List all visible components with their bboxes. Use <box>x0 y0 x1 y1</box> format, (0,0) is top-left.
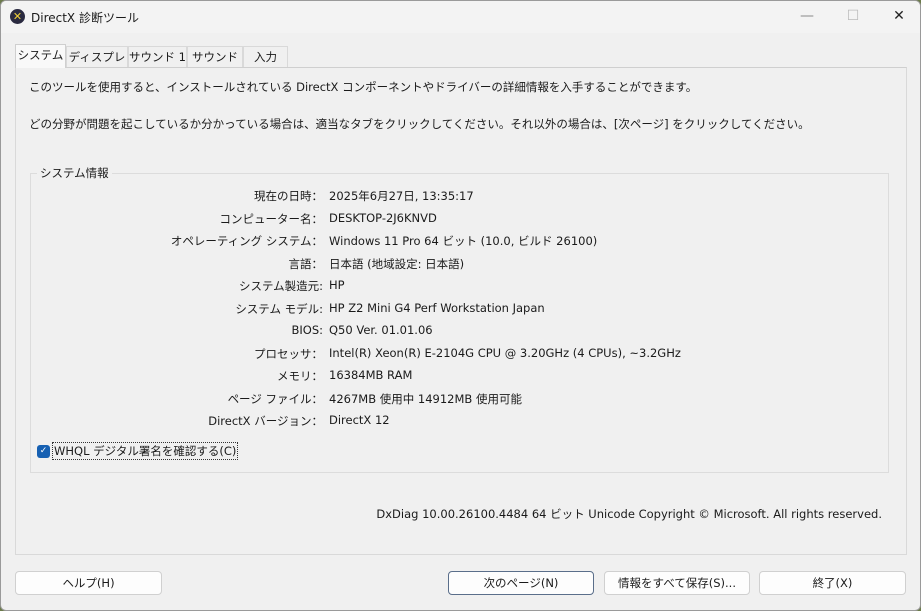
info-row: 言語： 日本語 (地域設定: 日本語) <box>31 256 888 274</box>
save-all-info-button[interactable]: 情報をすべて保存(S)... <box>604 571 750 595</box>
info-label: オペレーティング システム： <box>170 234 323 248</box>
info-row: システム製造元: HP <box>31 278 888 296</box>
info-value: Intel(R) Xeon(R) E-2104G CPU @ 3.20GHz (… <box>329 345 681 360</box>
info-label: システム モデル: <box>235 301 323 316</box>
tab-sound-2[interactable]: サウンド 2 <box>187 46 243 85</box>
whql-checkbox[interactable]: ✓ WHQL デジタル署名を確認する(C) <box>37 442 239 460</box>
next-page-button[interactable]: 次のページ(N) <box>448 571 594 595</box>
info-value: DirectX 12 <box>329 413 390 427</box>
tab-system[interactable]: システム <box>15 44 66 68</box>
intro-text-2: どの分野が問題を起こしているか分かっている場合は、適当なタブをクリックしてくださ… <box>29 117 810 131</box>
exit-button[interactable]: 終了(X) <box>759 571 906 595</box>
info-label: プロセッサ： <box>254 346 323 361</box>
whql-label: WHQL デジタル署名を確認する(C) <box>52 442 239 460</box>
close-button[interactable]: ✕ <box>876 1 920 33</box>
dxdiag-window: ✕ DirectX 診断ツール — ☐ ✕ システム ディスプレイ サウンド 1… <box>0 0 921 611</box>
info-label: 現在の日時： <box>254 189 323 203</box>
info-label: DirectX バージョン： <box>208 414 323 428</box>
tab-input[interactable]: 入力 <box>243 46 288 68</box>
info-label: BIOS: <box>291 323 323 337</box>
directx-icon: ✕ <box>10 9 25 24</box>
window-title: DirectX 診断ツール <box>31 11 139 25</box>
info-value: 16384MB RAM <box>329 368 413 382</box>
maximize-button[interactable]: ☐ <box>830 1 876 33</box>
copyright-text: DxDiag 10.00.26100.4484 64 ビット Unicode C… <box>376 507 882 521</box>
info-value: Q50 Ver. 01.01.06 <box>329 323 433 337</box>
info-value: Windows 11 Pro 64 ビット (10.0, ビルド 26100) <box>329 234 598 248</box>
info-row: DirectX バージョン： DirectX 12 <box>31 413 888 431</box>
info-value: 日本語 (地域設定: 日本語) <box>329 256 465 271</box>
tab-display[interactable]: ディスプレイ <box>66 46 128 85</box>
info-value: DESKTOP-2J6KNVD <box>329 210 437 225</box>
info-row: 現在の日時： 2025年6月27日, 13:35:17 <box>31 188 888 206</box>
tab-sound-1[interactable]: サウンド 1 <box>128 46 187 68</box>
info-label: ページ ファイル： <box>227 391 323 406</box>
minimize-button[interactable]: — <box>784 1 830 33</box>
info-label: 言語： <box>288 256 324 271</box>
info-label: メモリ： <box>277 369 323 383</box>
info-row: ページ ファイル： 4267MB 使用中 14912MB 使用可能 <box>31 391 888 409</box>
info-value: HP <box>329 278 345 292</box>
checkmark-icon: ✓ <box>37 444 50 458</box>
system-info-group: システム情報 現在の日時： 2025年6月27日, 13:35:17 コンピューター… <box>30 165 889 473</box>
tab-panel: このツールを使用すると、インストールされている DirectX コンポーネントや… <box>15 67 907 555</box>
info-value: HP Z2 Mini G4 Perf Workstation Japan <box>329 300 545 315</box>
info-value: 2025年6月27日, 13:35:17 <box>329 189 474 203</box>
help-button[interactable]: ヘルプ(H) <box>15 571 162 595</box>
info-row: メモリ： 16384MB RAM <box>31 368 888 386</box>
group-title: システム情報 <box>37 165 112 181</box>
info-label: システム製造元: <box>238 279 323 293</box>
info-row: オペレーティング システム： Windows 11 Pro 64 ビット (10.… <box>31 233 888 251</box>
info-label: コンピューター名： <box>219 211 324 226</box>
info-value: 4267MB 使用中 14912MB 使用可能 <box>329 391 522 406</box>
title-bar: ✕ DirectX 診断ツール — ☐ ✕ <box>1 1 920 33</box>
intro-text-1: このツールを使用すると、インストールされている DirectX コンポーネントや… <box>29 80 698 94</box>
info-row: システム モデル: HP Z2 Mini G4 Perf Workstation … <box>31 301 888 319</box>
info-row: BIOS: Q50 Ver. 01.01.06 <box>31 323 888 341</box>
info-row: コンピューター名： DESKTOP-2J6KNVD <box>31 211 888 229</box>
info-row: プロセッサ： Intel(R) Xeon(R) E-2104G CPU @ 3.2… <box>31 346 888 364</box>
